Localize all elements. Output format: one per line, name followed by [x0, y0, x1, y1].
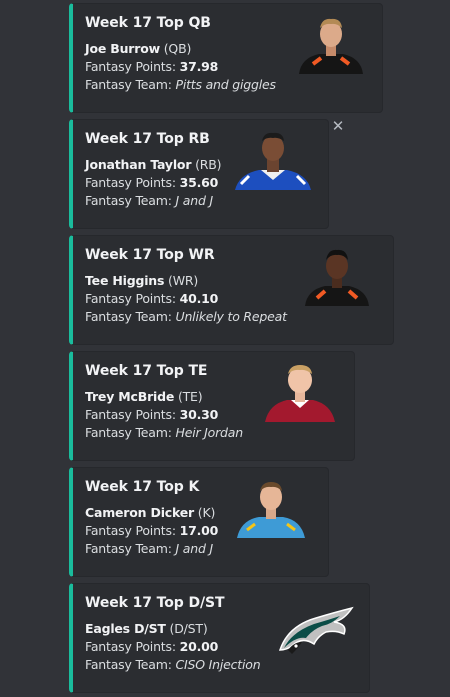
- player-name: Jonathan Taylor: [85, 157, 192, 172]
- team-name: J and J: [175, 193, 214, 208]
- player-position: (WR): [168, 273, 199, 288]
- player-name: Joe Burrow: [85, 41, 160, 56]
- embed-card-k: Week 17 Top K Cameron Dicker (K) Fantasy…: [69, 467, 329, 577]
- player-name: Trey McBride: [85, 389, 175, 404]
- player-headshot-icon[interactable]: [233, 128, 313, 190]
- embed-card-dst: Week 17 Top D/ST Eagles D/ST (D/ST) Fant…: [69, 583, 370, 693]
- points-label: Fantasy Points:: [85, 639, 180, 654]
- team-label: Fantasy Team:: [85, 425, 176, 440]
- points-value: 37.98: [179, 59, 219, 74]
- team-label: Fantasy Team:: [85, 193, 176, 208]
- player-headshot-icon[interactable]: [301, 246, 373, 306]
- team-name: J and J: [175, 541, 214, 556]
- player-name: Cameron Dicker: [85, 505, 195, 520]
- embed-card-qb: Week 17 Top QB Joe Burrow (QB) Fantasy P…: [69, 3, 383, 113]
- points-value: 35.60: [179, 175, 219, 190]
- embed-card-wr: Week 17 Top WR Tee Higgins (WR) Fantasy …: [69, 235, 394, 345]
- points-label: Fantasy Points:: [85, 407, 180, 422]
- points-value: 30.30: [179, 407, 219, 422]
- team-name: Heir Jordan: [175, 425, 244, 440]
- team-label: Fantasy Team:: [85, 541, 176, 556]
- team-label: Fantasy Team:: [85, 309, 176, 324]
- player-headshot-icon[interactable]: [235, 480, 307, 538]
- team-name: Unlikely to Repeat: [175, 309, 287, 324]
- player-name: Eagles D/ST: [85, 621, 166, 636]
- player-position: (TE): [177, 389, 203, 404]
- player-headshot-icon[interactable]: [263, 362, 337, 422]
- team-name: CISO Injection: [175, 657, 261, 672]
- points-label: Fantasy Points:: [85, 59, 180, 74]
- player-position: (D/ST): [169, 621, 208, 636]
- points-label: Fantasy Points:: [85, 175, 180, 190]
- close-icon[interactable]: ✕: [331, 119, 345, 134]
- player-position: (QB): [163, 41, 192, 56]
- team-label: Fantasy Team:: [85, 77, 176, 92]
- team-name: Pitts and giggles: [175, 77, 277, 92]
- team-label: Fantasy Team:: [85, 657, 176, 672]
- player-position: (K): [197, 505, 216, 520]
- eagles-logo-icon[interactable]: [278, 606, 354, 658]
- embed-card-rb: Week 17 Top RB Jonathan Taylor (RB) Fant…: [69, 119, 329, 229]
- player-name: Tee Higgins: [85, 273, 165, 288]
- player-headshot-icon[interactable]: [295, 14, 367, 74]
- points-label: Fantasy Points:: [85, 523, 180, 538]
- points-value: 20.00: [179, 639, 219, 654]
- points-label: Fantasy Points:: [85, 291, 180, 306]
- points-value: 17.00: [179, 523, 219, 538]
- embed-card-te: Week 17 Top TE Trey McBride (TE) Fantasy…: [69, 351, 355, 461]
- player-position: (RB): [195, 157, 222, 172]
- points-value: 40.10: [179, 291, 219, 306]
